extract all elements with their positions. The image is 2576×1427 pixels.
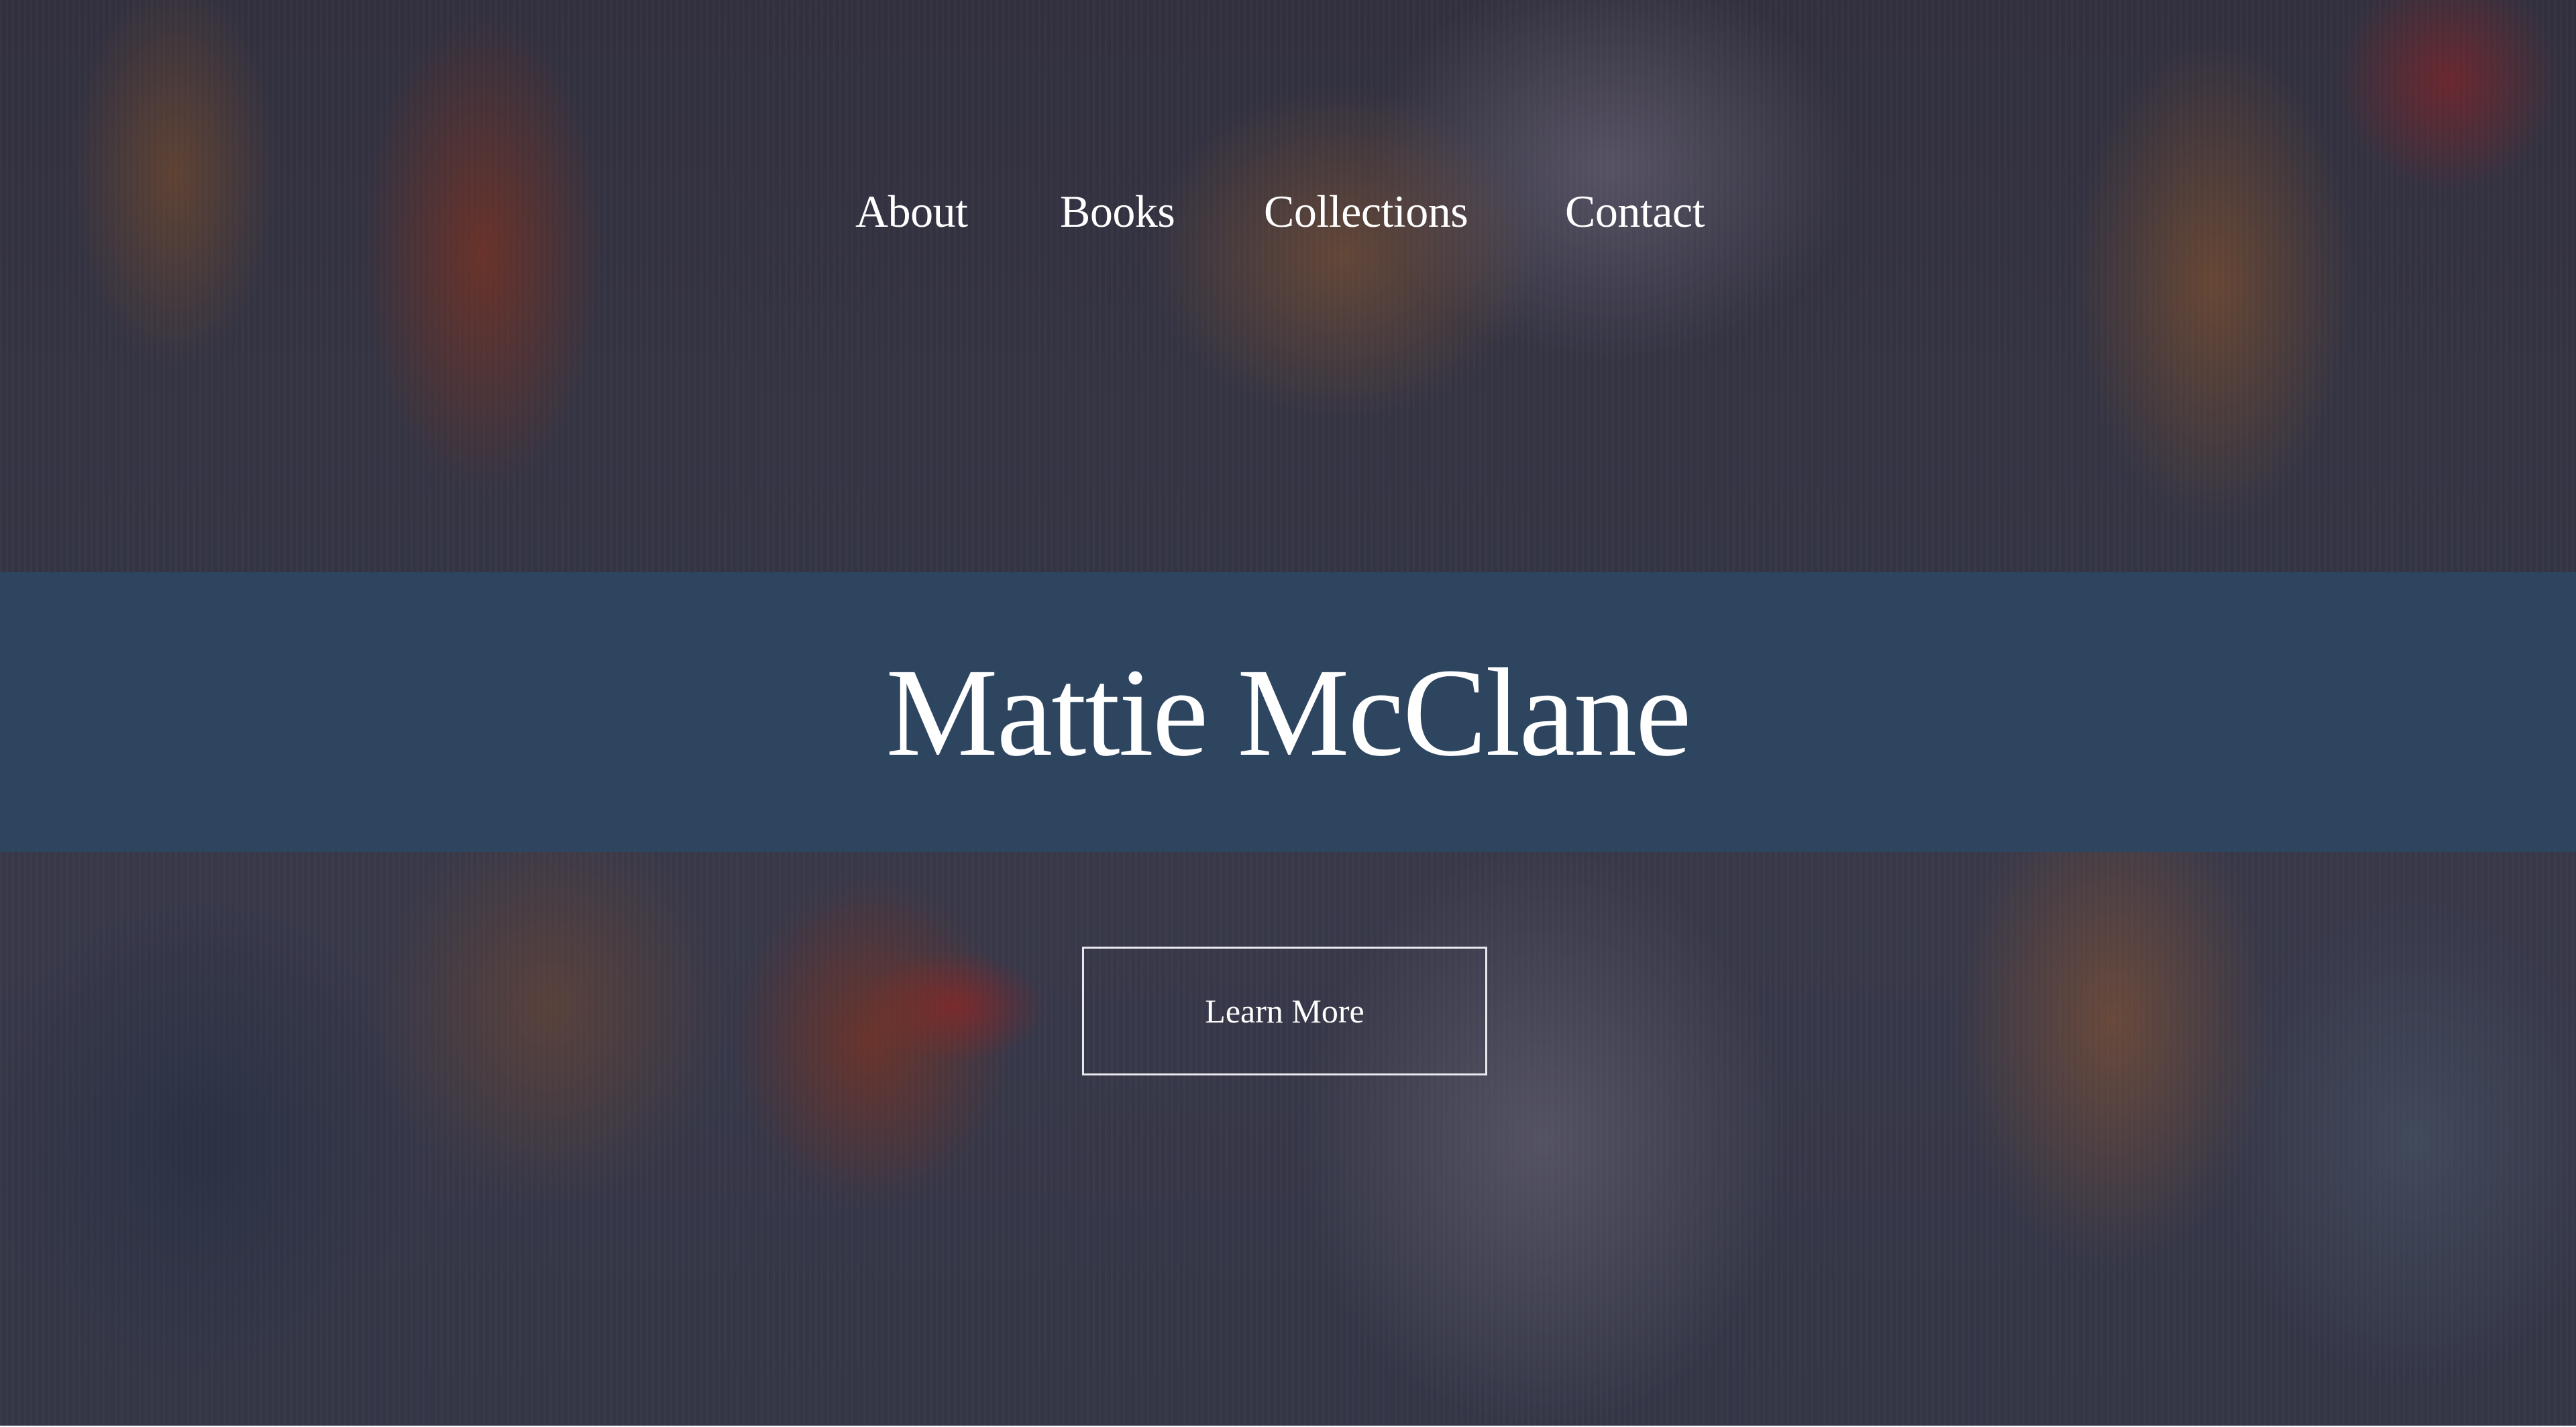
nav-item-collections[interactable]: Collections xyxy=(1264,181,1468,242)
title-band: Mattie McClane xyxy=(0,572,2576,852)
site-title: Mattie McClane xyxy=(885,642,1692,782)
nav-item-about[interactable]: About xyxy=(855,181,968,242)
nav-item-contact[interactable]: Contact xyxy=(1565,181,1705,242)
main-nav: About Books Collections Contact xyxy=(0,181,2576,242)
page: About Books Collections Contact Mattie M… xyxy=(0,0,2576,1427)
nav-item-books[interactable]: Books xyxy=(1060,181,1175,242)
learn-more-button[interactable]: Learn More xyxy=(1082,947,1487,1075)
